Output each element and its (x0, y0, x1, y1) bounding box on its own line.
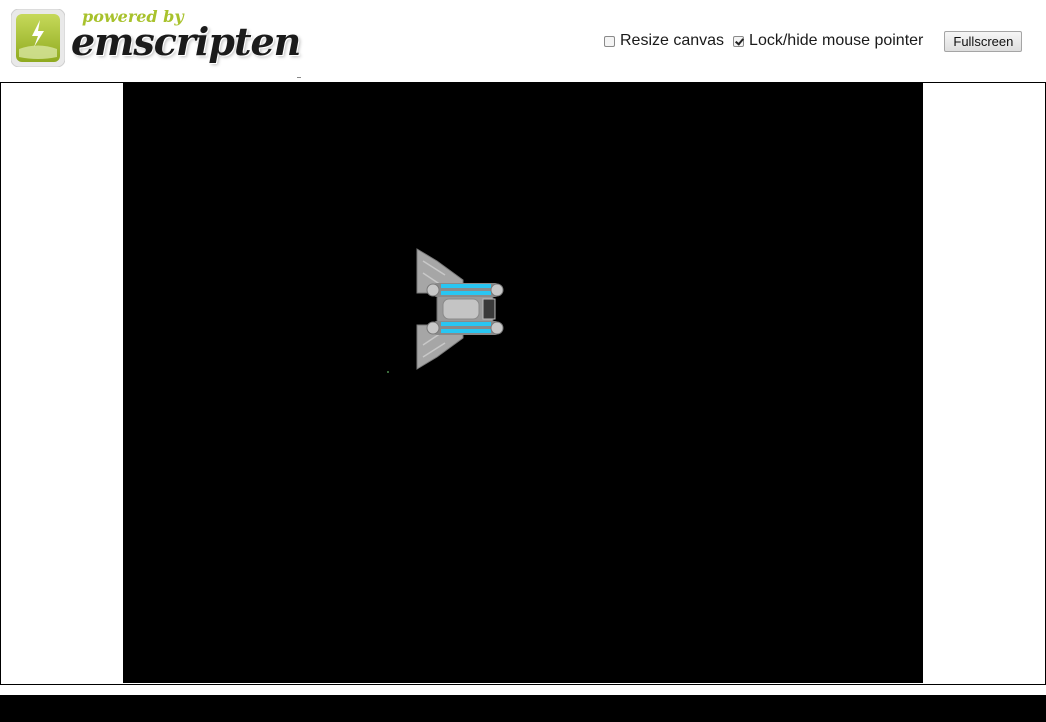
game-canvas[interactable] (123, 83, 923, 683)
lightning-bolt-icon (11, 9, 65, 67)
spaceship-sprite (416, 248, 504, 370)
lock-pointer-checkbox[interactable] (733, 35, 745, 47)
bottom-bar (0, 695, 1046, 722)
lock-pointer-option[interactable]: Lock/hide mouse pointer (733, 32, 923, 50)
page-area: powered by emscripten Resize canvas Lock… (0, 0, 1046, 695)
header-divider-mark (297, 77, 301, 78)
emscripten-logo[interactable]: powered by emscripten (8, 6, 301, 70)
star-particle (387, 371, 389, 373)
brand-text: emscripten (71, 19, 301, 64)
header: powered by emscripten Resize canvas Lock… (0, 0, 1046, 82)
lock-pointer-label: Lock/hide mouse pointer (749, 32, 924, 49)
fullscreen-button[interactable]: Fullscreen (944, 30, 1023, 52)
resize-canvas-label: Resize canvas (620, 32, 725, 49)
resize-canvas-checkbox[interactable] (604, 35, 615, 47)
resize-canvas-option[interactable]: Resize canvas (604, 32, 724, 50)
controls: Resize canvas Lock/hide mouse pointer Fu… (604, 30, 1023, 52)
